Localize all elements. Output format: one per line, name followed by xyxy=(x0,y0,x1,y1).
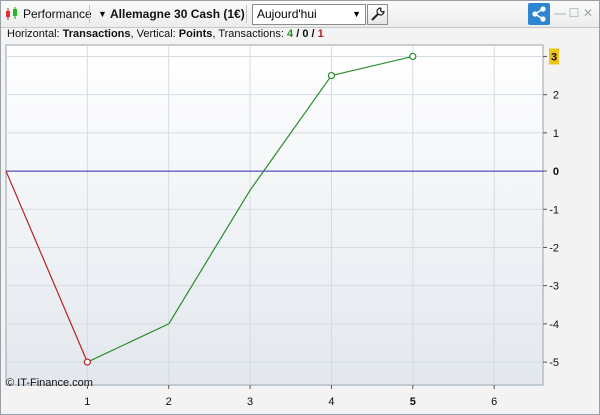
y-tick-label: 2 xyxy=(553,90,559,102)
share-icon xyxy=(532,6,546,22)
toolbar: Performance ▼ Allemagne 30 Cash (1€) Auj… xyxy=(1,1,599,28)
x-tick-label: 6 xyxy=(491,396,497,408)
y-tick-label: -2 xyxy=(549,242,559,254)
data-point xyxy=(83,358,91,366)
info-prefix-vertical: , Vertical: xyxy=(130,28,179,40)
info-losses: 1 xyxy=(317,28,324,40)
x-tick-label: 5 xyxy=(410,396,416,408)
minimize-icon[interactable]: — xyxy=(553,3,567,23)
data-point xyxy=(327,71,336,80)
chevron-down-icon[interactable]: ▼ xyxy=(98,1,107,27)
close-icon[interactable]: ✕ xyxy=(581,3,595,23)
y-tick-label: -1 xyxy=(549,204,559,216)
toolbar-divider xyxy=(246,5,247,23)
info-prefix-transactions: , Transactions: xyxy=(212,28,288,40)
wrench-icon xyxy=(371,7,385,21)
x-tick-label: 4 xyxy=(328,396,334,408)
period-select-value: Aujourd'hui xyxy=(257,7,317,21)
info-slash: / xyxy=(308,28,318,40)
y-tick-label: -4 xyxy=(549,319,559,331)
chart-info-line: Horizontal: Transactions, Vertical: Poin… xyxy=(7,27,324,41)
maximize-icon[interactable]: ☐ xyxy=(567,3,581,23)
share-button[interactable] xyxy=(528,3,550,25)
y-tick-label: 1 xyxy=(553,128,559,140)
settings-button[interactable] xyxy=(367,4,388,25)
data-point xyxy=(409,52,417,61)
x-tick-label: 1 xyxy=(84,396,90,408)
performance-chart: 3 2 1 0 -1 -2 -3 -4 -5 1 2 3 4 5 6 xyxy=(5,44,559,408)
x-axis: 1 2 3 4 5 6 xyxy=(84,385,497,408)
candlestick-icon xyxy=(6,7,17,20)
info-vertical: Points xyxy=(178,28,213,40)
y-tick-label: -3 xyxy=(549,281,559,293)
info-horizontal: Transactions xyxy=(62,28,131,40)
y-tick-label: 0 xyxy=(553,166,559,178)
y-axis: 3 2 1 0 -1 -2 -3 -4 -5 xyxy=(543,48,559,369)
chevron-down-icon: ▼ xyxy=(352,9,361,19)
y-tick-label: -5 xyxy=(549,357,559,369)
info-slash: / xyxy=(293,28,303,40)
plot-area xyxy=(5,44,544,386)
instrument-selector[interactable]: Allemagne 30 Cash (1€) xyxy=(110,1,245,27)
toolbar-divider xyxy=(89,5,90,23)
x-tick-label: 3 xyxy=(247,396,253,408)
y-tick-label: 3 xyxy=(551,51,557,63)
info-prefix-horizontal: Horizontal: xyxy=(7,28,63,40)
x-tick-label: 2 xyxy=(166,396,172,408)
period-select[interactable]: Aujourd'hui ▼ xyxy=(252,4,366,25)
copyright: © IT-Finance.com xyxy=(6,377,93,389)
performance-label[interactable]: Performance xyxy=(23,1,92,27)
